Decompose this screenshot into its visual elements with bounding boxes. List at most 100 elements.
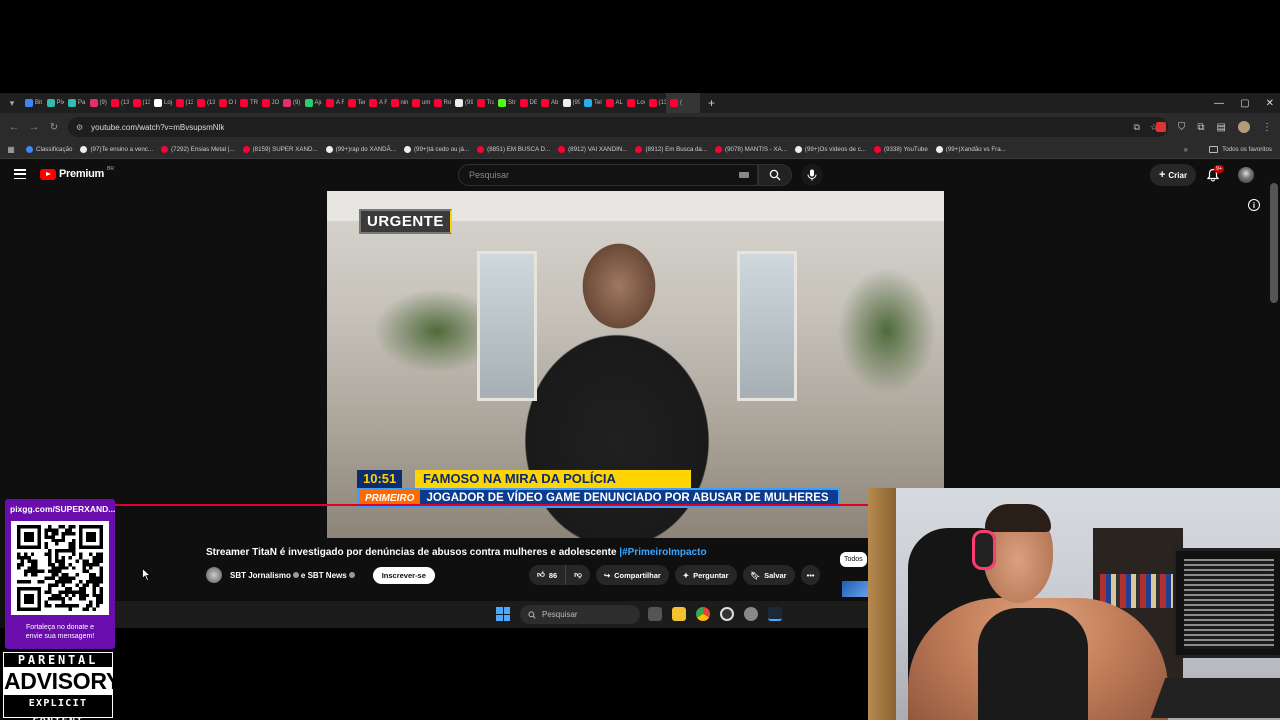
browser-tab[interactable]: Tel xyxy=(580,93,602,113)
browser-tab[interactable]: JOI xyxy=(258,93,279,113)
channel-name[interactable]: SBT Jornalismo xyxy=(230,571,291,580)
browser-tab[interactable]: A F xyxy=(322,93,344,113)
search-input[interactable]: Pesquisar xyxy=(458,164,758,186)
tab-search-icon[interactable]: ▾ xyxy=(3,94,21,112)
tab-favicon-icon xyxy=(89,99,98,107)
bookmark-item[interactable]: (99+)tá cedo ou já... xyxy=(400,146,473,153)
video-player[interactable]: URGENTE 10:51 FAMOSO NA MIRA DA POLÍCIA … xyxy=(327,191,944,538)
address-bar[interactable]: ⚙ youtube.com/watch?v=mBvsupsmNlk ⧉ ☆ xyxy=(68,117,1168,137)
bookmark-item[interactable]: (7292) Ensias Metal |... xyxy=(157,146,239,153)
bookmark-item[interactable]: Classificação xyxy=(22,146,76,153)
account-avatar[interactable] xyxy=(1238,167,1254,183)
browser-tab[interactable]: (9) xyxy=(86,93,108,113)
browser-tab[interactable]: Ten xyxy=(344,93,365,113)
tab-favicon-icon xyxy=(455,99,463,107)
back-icon[interactable]: ← xyxy=(4,122,24,133)
bookmark-item[interactable]: (8912) VAI XANDIN... xyxy=(554,146,631,153)
taskbar-search-input[interactable]: Pesquisar xyxy=(520,605,640,624)
install-app-icon[interactable]: ⧉ xyxy=(1133,122,1139,133)
minimize-icon[interactable]: — xyxy=(1214,98,1224,109)
scrollbar[interactable] xyxy=(1270,183,1278,303)
browser-tab[interactable]: Bit xyxy=(21,93,43,113)
hashtag-link[interactable]: |#PrimeiroImpacto xyxy=(619,547,706,558)
browser-tab[interactable]: Ab xyxy=(537,93,559,113)
browser-tab[interactable]: ( xyxy=(666,93,700,113)
browser-tab[interactable]: Ro xyxy=(430,93,451,113)
hamburger-menu-icon[interactable] xyxy=(14,169,26,179)
bookmark-item[interactable]: (99+)Os vídeos de c... xyxy=(791,146,870,153)
forward-icon[interactable]: → xyxy=(24,122,44,133)
share-button[interactable]: ↪ Compartilhar xyxy=(595,565,669,585)
like-button[interactable]: 👍︎ 86 xyxy=(529,565,567,585)
bookmark-item[interactable]: (8912) Em Busca da... xyxy=(631,146,711,153)
bookmark-item[interactable]: (8159) SUPER XAND... xyxy=(239,146,322,153)
video-frame-window xyxy=(477,251,537,401)
tab-label: (13 xyxy=(207,100,215,106)
browser-tab[interactable]: (99 xyxy=(451,93,473,113)
file-explorer-icon[interactable] xyxy=(672,607,686,621)
all-favorites[interactable]: Todos os favoritos xyxy=(1209,146,1272,153)
windows-start-icon[interactable] xyxy=(496,607,510,621)
browser-tab[interactable]: Stre xyxy=(494,93,516,113)
keyboard-icon[interactable] xyxy=(739,172,749,178)
browser-tab[interactable]: (13 xyxy=(129,93,150,113)
browser-tab[interactable]: (13 xyxy=(172,93,193,113)
puzzle-icon[interactable]: ⧉ xyxy=(1197,122,1204,133)
browser-tab[interactable]: nin xyxy=(387,93,408,113)
browser-tab[interactable]: Aju xyxy=(301,93,322,113)
browser-tab[interactable]: (13 xyxy=(107,93,129,113)
channel-collab[interactable]: e SBT News xyxy=(301,571,347,580)
channel-avatar[interactable] xyxy=(206,567,222,583)
subscribe-button[interactable]: Inscrever-se xyxy=(372,566,435,584)
browser-tab[interactable]: Pix xyxy=(43,93,64,113)
bookmark-item[interactable]: (99+)rap do XANDÃ... xyxy=(322,146,400,153)
bookmark-item[interactable]: (99+)Xandão vs Fra... xyxy=(932,146,1010,153)
save-button[interactable]: 🔖︎ Salvar xyxy=(742,565,795,585)
browser-tab[interactable]: (99 xyxy=(559,93,580,113)
search-button[interactable] xyxy=(758,164,792,186)
profile-avatar[interactable] xyxy=(1238,121,1250,133)
extension-icon[interactable] xyxy=(1155,122,1166,132)
steam-icon[interactable] xyxy=(768,607,782,621)
browser-tab[interactable]: (13 xyxy=(645,93,666,113)
browser-tab[interactable]: Tra xyxy=(473,93,494,113)
bookmark-item[interactable]: (97)Te ensino a venc... xyxy=(76,146,157,153)
browser-tab[interactable]: O I xyxy=(215,93,236,113)
browser-tab[interactable]: TR xyxy=(236,93,258,113)
tab-search-icon[interactable]: ▤ xyxy=(1217,122,1226,133)
menu-dots-icon[interactable]: ⋮ xyxy=(1262,122,1272,133)
info-icon[interactable]: i xyxy=(1248,199,1260,211)
browser-tab[interactable]: Loj xyxy=(150,93,172,113)
site-info-icon[interactable]: ⚙ xyxy=(76,123,83,132)
bookmarks-more-icon[interactable]: » xyxy=(1184,145,1188,154)
new-tab-icon[interactable]: + xyxy=(708,96,715,110)
dislike-button[interactable]: 👎︎ xyxy=(566,565,590,585)
browser-tab[interactable]: DE xyxy=(516,93,537,113)
ask-button[interactable]: ✦ Perguntar xyxy=(674,565,737,585)
browser-tab[interactable]: Lov xyxy=(623,93,645,113)
browser-tab[interactable]: (13 xyxy=(193,93,215,113)
browser-tab[interactable]: AL xyxy=(602,93,624,113)
browser-tab[interactable]: (9) xyxy=(279,93,301,113)
browser-tab[interactable]: A F xyxy=(365,93,387,113)
chrome-icon[interactable] xyxy=(696,607,710,621)
browser-tab[interactable]: Pa xyxy=(64,93,86,113)
bookmark-item[interactable]: (8851) EM BUSCA D... xyxy=(473,146,554,153)
voice-search-button[interactable] xyxy=(801,164,823,186)
maximize-icon[interactable]: ▢ xyxy=(1240,98,1249,109)
browser-tab[interactable]: um xyxy=(408,93,430,113)
bookmark-item[interactable]: (9338) YouTube xyxy=(870,146,932,153)
create-button[interactable]: + Criar xyxy=(1150,164,1196,186)
filter-chip-all[interactable]: Todos xyxy=(840,552,867,567)
youtube-logo[interactable]: Premium BR xyxy=(40,166,114,180)
more-actions-button[interactable]: ••• xyxy=(800,565,821,585)
close-window-icon[interactable]: ✕ xyxy=(1266,98,1274,109)
obs-icon[interactable] xyxy=(720,607,734,621)
apps-grid-icon[interactable]: ▦ xyxy=(0,145,22,154)
task-view-icon[interactable] xyxy=(648,607,662,621)
settings-gear-icon[interactable] xyxy=(744,607,758,621)
reload-icon[interactable]: ↻ xyxy=(44,122,64,133)
shield-icon[interactable]: ⛉ xyxy=(1178,122,1186,133)
bookmark-item[interactable]: (9078) MANTIS - XA... xyxy=(711,146,791,153)
recommended-thumbnail[interactable] xyxy=(842,581,868,597)
